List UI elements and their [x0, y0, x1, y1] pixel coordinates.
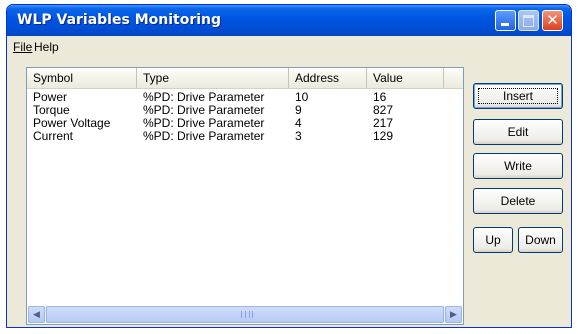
close-icon[interactable]: ✕ [542, 10, 563, 31]
column-header-address[interactable]: Address [289, 68, 367, 88]
variables-list[interactable]: Symbol Type Address Value Power %PD: Dri… [26, 67, 464, 325]
down-button[interactable]: Down [518, 227, 563, 253]
column-header-label: Symbol [33, 71, 74, 85]
edit-button[interactable]: Edit [473, 119, 563, 145]
menu-help[interactable]: Help [34, 40, 59, 54]
menu-file[interactable]: File [13, 40, 32, 54]
down-button-label: Down [525, 233, 556, 247]
list-header: Symbol Type Address Value [27, 68, 463, 89]
column-header-label: Address [295, 71, 340, 85]
delete-button-label: Delete [500, 194, 536, 208]
title-bar[interactable]: WLP Variables Monitoring ✕ [7, 5, 571, 36]
column-header-label: Value [373, 71, 403, 85]
window-title: WLP Variables Monitoring [17, 12, 222, 28]
edit-button-label: Edit [507, 125, 529, 139]
focus-rect [478, 88, 558, 104]
arrow-left-icon[interactable]: ◀ [28, 306, 45, 323]
grip-icon [241, 311, 253, 318]
cell-symbol: Current [33, 129, 74, 143]
monitoring-window: WLP Variables Monitoring ✕ File Help Sym… [6, 4, 572, 328]
maximize-icon[interactable] [518, 10, 539, 31]
insert-button[interactable]: Insert [473, 83, 563, 109]
menu-file-label: File [13, 40, 33, 54]
column-header-label: Type [143, 71, 170, 85]
column-header-type[interactable]: Type [137, 68, 289, 88]
scrollbar-thumb[interactable] [46, 306, 444, 323]
horizontal-scrollbar[interactable]: ◀ ▶ [28, 306, 462, 323]
cell-type: %PD: Drive Parameter [143, 129, 265, 143]
write-button[interactable]: Write [473, 153, 563, 179]
up-button[interactable]: Up [473, 227, 513, 253]
up-button-label: Up [485, 233, 501, 247]
column-header-symbol[interactable]: Symbol [27, 68, 137, 88]
cell-value: 129 [373, 129, 394, 143]
minimize-icon[interactable] [495, 10, 516, 31]
menu-help-label: Help [34, 40, 59, 54]
arrow-right-icon[interactable]: ▶ [445, 306, 462, 323]
write-button-label: Write [504, 159, 532, 173]
cell-address: 3 [295, 129, 302, 143]
delete-button[interactable]: Delete [473, 188, 563, 214]
column-header-value[interactable]: Value [367, 68, 444, 88]
